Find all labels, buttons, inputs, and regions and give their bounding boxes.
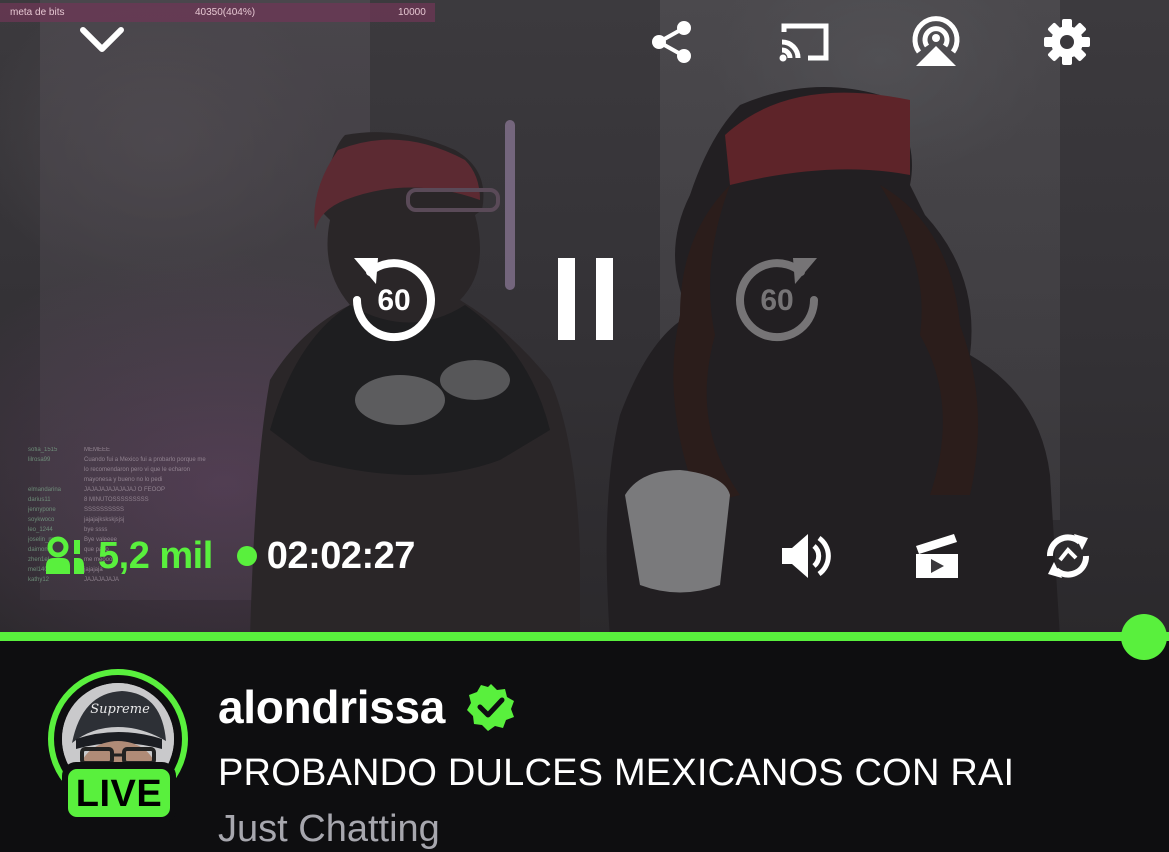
share-icon[interactable] (648, 18, 696, 66)
progress-scrubber-handle[interactable] (1121, 614, 1167, 660)
clip-icon[interactable] (914, 532, 960, 580)
rotate-icon[interactable] (1042, 530, 1094, 582)
chat-line: elmandarina JAJAJAJAJAJAJAJ O FEOOP (28, 487, 166, 493)
channel-name[interactable]: alondrissa (218, 680, 516, 736)
viewer-count: 5,2 mil (98, 534, 213, 577)
forward-60-button[interactable]: 60 (731, 252, 823, 344)
verified-badge-icon (466, 682, 516, 732)
live-badge: LIVE (62, 762, 176, 824)
gear-icon[interactable] (1043, 18, 1091, 66)
stream-title: PROBANDO DULCES MEXICANOS CON RAI (218, 752, 1015, 794)
bits-goal-widget: meta de bits 40350(404%) 10000 (0, 3, 435, 22)
chat-line: sofia_1515 MEMEEE (28, 447, 111, 453)
elapsed-time: 02:02:27 (266, 534, 416, 577)
chat-line: jennypone SSSSSSSSSS (28, 507, 125, 513)
live-badge-label: LIVE (68, 769, 170, 817)
chat-line: lilrosa99 Cuando fui a Mexico fui a proba… (28, 457, 206, 463)
stream-category-link[interactable]: Just Chatting (218, 808, 440, 851)
avatar-cap-text: Supreme (90, 702, 150, 717)
speaker-icon[interactable] (780, 530, 832, 582)
airplay-icon[interactable] (910, 16, 962, 68)
video-player[interactable]: meta de bits 40350(404%) 10000 sofia_151… (0, 0, 1169, 638)
playback-progress-bar[interactable] (0, 632, 1169, 641)
chat-line: soykwoco jajajajkskskjsjsj (28, 517, 125, 523)
rewind-60-button[interactable]: 60 (348, 252, 440, 344)
chat-line: darius11 8 MINUTOSSSSSSSSS (28, 497, 149, 503)
bits-goal-label: meta de bits (10, 7, 65, 18)
cast-icon[interactable] (778, 20, 832, 64)
live-indicator-dot (236, 546, 257, 566)
pause-button[interactable] (556, 256, 616, 342)
stream-stats: 5,2 mil 02:02:27 (44, 530, 415, 582)
rewind-seconds-label: 60 (377, 284, 410, 317)
viewers-icon (44, 536, 88, 576)
chat-line: lo recomendaron pero vi que le echaron (84, 467, 191, 473)
bits-goal-progress: 40350(404%) (195, 7, 256, 18)
chat-line: mayonesa y bueno no lo pedi (84, 477, 163, 483)
forward-seconds-label: 60 (760, 284, 793, 317)
channel-name-text[interactable]: alondrissa (218, 681, 445, 733)
chevron-down-icon[interactable] (78, 22, 126, 58)
bits-goal-target: 10000 (398, 7, 426, 18)
